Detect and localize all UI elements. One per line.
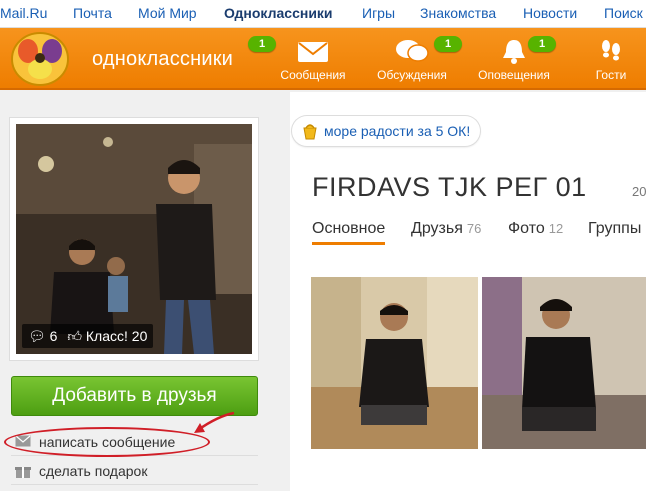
tab-friends[interactable]: Друзья 76: [411, 220, 481, 238]
nav-messages[interactable]: Сообщения: [277, 38, 349, 82]
promo-text: море радости за 5 ОК!: [324, 123, 471, 139]
send-gift-label: сделать подарок: [39, 463, 148, 479]
envelope-icon: [298, 42, 328, 62]
tab-friends-count: 76: [466, 221, 482, 236]
portal-link-dating[interactable]: Знакомства: [420, 5, 496, 21]
ok-logo-icon[interactable]: [8, 31, 72, 87]
photo-thumbnail[interactable]: [482, 277, 646, 449]
photo-stats: 💬︎ 6 👍︎ Класс! 20: [22, 324, 154, 348]
notifications-badge: 1: [528, 36, 556, 52]
red-arrow-icon: [194, 411, 235, 433]
portal-link-mailru[interactable]: Mail.Ru: [0, 5, 47, 21]
nav-notifications-label: Оповещения: [478, 68, 550, 82]
discussions-badge: 1: [434, 36, 462, 52]
photo-thumbnail[interactable]: [311, 277, 478, 449]
tab-photos[interactable]: Фото 12: [508, 220, 563, 238]
tab-main-label: Основное: [312, 220, 386, 237]
photo-thumbnail-image: [482, 277, 646, 449]
bell-icon: [503, 40, 525, 64]
red-highlight-circle: [4, 427, 210, 457]
tab-photos-count: 12: [548, 221, 564, 236]
nav-guests[interactable]: Гости: [588, 38, 634, 82]
like-icon[interactable]: 👍︎: [67, 328, 82, 344]
portal-link-news[interactable]: Новости: [523, 5, 577, 21]
send-gift-link[interactable]: сделать подарок: [11, 457, 258, 485]
portal-link-mail[interactable]: Почта: [73, 5, 112, 21]
tab-main[interactable]: Основное: [312, 220, 386, 245]
profile-main: море радости за 5 ОК! FIRDAVS TJK РЕГ 01…: [290, 92, 646, 491]
chat-bubbles-icon: [396, 40, 429, 62]
gift-icon: [15, 467, 31, 478]
portal-link-ok[interactable]: Одноклассники: [224, 5, 333, 21]
class-count[interactable]: Класс! 20: [86, 328, 147, 344]
tab-groups[interactable]: Группы: [588, 220, 641, 238]
site-header: одноклассники 1 Сообщения Обсуждения 1 О…: [0, 28, 646, 90]
brand-name[interactable]: одноклассники: [92, 48, 233, 71]
left-column: 💬︎ 6 👍︎ Класс! 20 Добавить в друзья напи…: [0, 92, 290, 491]
tab-photos-label: Фото: [508, 220, 545, 237]
avatar-frame[interactable]: 💬︎ 6 👍︎ Класс! 20: [10, 118, 258, 360]
nav-messages-label: Сообщения: [280, 68, 346, 82]
avatar-photo-image: [16, 124, 252, 354]
comment-count: 6: [49, 328, 58, 344]
tab-groups-label: Группы: [588, 220, 642, 237]
footprints-icon: [602, 40, 620, 61]
portal-link-search[interactable]: Поиск: [604, 5, 643, 21]
nav-guests-label: Гости: [595, 68, 627, 82]
profile-name: FIRDAVS TJK РЕГ 01: [312, 172, 587, 202]
nav-discussions-label: Обсуждения: [377, 68, 447, 82]
promo-banner[interactable]: море радости за 5 ОК!: [292, 116, 481, 146]
comment-icon[interactable]: 💬︎: [28, 328, 46, 344]
gift-coin-icon: [303, 124, 317, 140]
tab-friends-label: Друзья: [411, 220, 463, 237]
photo-thumbnail-image: [311, 277, 478, 449]
portal-bar: Mail.Ru Почта Мой Мир Одноклассники Игры…: [0, 0, 646, 28]
brand-badge: 1: [248, 36, 276, 52]
portal-link-games[interactable]: Игры: [362, 5, 395, 21]
profile-age: 20: [632, 184, 646, 199]
avatar-photo[interactable]: 💬︎ 6 👍︎ Класс! 20: [16, 124, 252, 354]
portal-link-moymir[interactable]: Мой Мир: [138, 5, 197, 21]
